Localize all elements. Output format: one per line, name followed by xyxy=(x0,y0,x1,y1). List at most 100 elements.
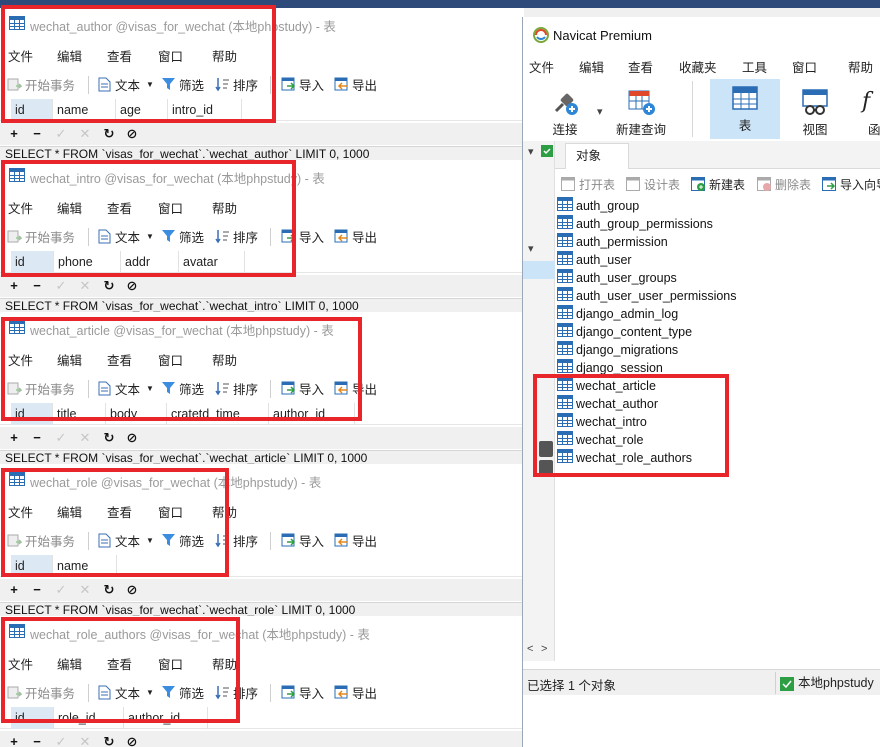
delete-record-icon[interactable]: − xyxy=(29,126,45,141)
tree-collapse-icon[interactable]: ▾ xyxy=(528,145,534,158)
window-title-bar[interactable]: wechat_role @visas_for_wechat (本地phpstud… xyxy=(0,464,524,494)
nav-menu-file[interactable]: 文件 xyxy=(529,57,554,76)
stop-icon[interactable]: ⊘ xyxy=(124,126,140,142)
column-header[interactable]: age xyxy=(116,99,168,121)
delete-table-button[interactable]: 删除表 xyxy=(757,176,811,193)
menu-file[interactable]: 文件 xyxy=(8,502,33,521)
tab-objects[interactable]: 对象 xyxy=(565,143,629,169)
object-list-item[interactable]: django_admin_log xyxy=(557,304,678,323)
window-title-bar[interactable]: wechat_author @visas_for_wechat (本地phpst… xyxy=(0,8,524,38)
sort-button[interactable]: 排序 xyxy=(215,75,258,94)
menu-edit[interactable]: 编辑 xyxy=(57,350,82,369)
object-list-item[interactable]: auth_user xyxy=(557,250,632,269)
menu-help[interactable]: 帮助 xyxy=(212,654,237,673)
window-title-bar[interactable]: wechat_intro @visas_for_wechat (本地phpstu… xyxy=(0,160,524,190)
column-header[interactable]: name xyxy=(53,99,116,121)
filter-button[interactable]: 筛选 xyxy=(161,75,204,94)
menu-window[interactable]: 窗口 xyxy=(158,654,183,673)
table-ribbon-button[interactable]: 表 xyxy=(710,79,780,139)
discard-icon[interactable]: ✕ xyxy=(77,278,93,294)
import-wizard-button[interactable]: 导入向导 xyxy=(822,176,880,193)
import-button[interactable]: 导入 xyxy=(281,531,324,550)
delete-record-icon[interactable]: − xyxy=(29,430,45,445)
filter-button[interactable]: 筛选 xyxy=(161,683,204,702)
menu-file[interactable]: 文件 xyxy=(8,46,33,65)
apply-icon[interactable]: ✓ xyxy=(53,278,69,294)
begin-transaction-button[interactable]: 开始事务 xyxy=(7,531,75,550)
menu-view[interactable]: 查看 xyxy=(107,46,132,65)
refresh-icon[interactable]: ↻ xyxy=(101,278,117,294)
text-view-button[interactable]: 文本 ▼ xyxy=(97,75,154,94)
connect-dropdown-icon[interactable]: ▾ xyxy=(597,105,603,118)
nav-menu-window[interactable]: 窗口 xyxy=(792,57,817,76)
column-header[interactable]: name xyxy=(53,555,117,577)
column-header[interactable]: id xyxy=(11,99,53,121)
function-ribbon-button[interactable]: f 函 xyxy=(850,83,880,139)
discard-icon[interactable]: ✕ xyxy=(77,582,93,598)
stop-icon[interactable]: ⊘ xyxy=(124,734,140,747)
begin-transaction-button[interactable]: 开始事务 xyxy=(7,379,75,398)
sort-button[interactable]: 排序 xyxy=(215,227,258,246)
apply-icon[interactable]: ✓ xyxy=(53,430,69,446)
text-view-button[interactable]: 文本 ▼ xyxy=(97,227,154,246)
import-button[interactable]: 导入 xyxy=(281,379,324,398)
side-tool-icon[interactable] xyxy=(539,460,553,476)
column-header[interactable]: title xyxy=(53,403,106,425)
refresh-icon[interactable]: ↻ xyxy=(101,582,117,598)
export-button[interactable]: 导出 xyxy=(334,683,377,702)
begin-transaction-button[interactable]: 开始事务 xyxy=(7,75,75,94)
filter-button[interactable]: 筛选 xyxy=(161,531,204,550)
menu-view[interactable]: 查看 xyxy=(107,654,132,673)
text-view-button[interactable]: 文本 ▼ xyxy=(97,379,154,398)
menu-file[interactable]: 文件 xyxy=(8,350,33,369)
text-view-button[interactable]: 文本 ▼ xyxy=(97,531,154,550)
object-list-item[interactable]: auth_user_groups xyxy=(557,268,677,287)
add-record-icon[interactable]: + xyxy=(6,734,22,747)
discard-icon[interactable]: ✕ xyxy=(77,430,93,446)
column-header[interactable]: phone xyxy=(54,251,121,273)
menu-window[interactable]: 窗口 xyxy=(158,350,183,369)
side-tool-icon[interactable] xyxy=(539,441,553,457)
new-table-button[interactable]: 新建表 xyxy=(691,176,745,193)
refresh-icon[interactable]: ↻ xyxy=(101,126,117,142)
column-header[interactable]: body xyxy=(106,403,167,425)
object-list-item[interactable]: wechat_role_authors xyxy=(557,448,692,467)
menu-edit[interactable]: 编辑 xyxy=(57,654,82,673)
nav-menu-tools[interactable]: 工具 xyxy=(742,57,767,76)
add-record-icon[interactable]: + xyxy=(6,278,22,293)
export-button[interactable]: 导出 xyxy=(334,531,377,550)
column-header[interactable]: addr xyxy=(121,251,179,273)
object-list-item[interactable]: auth_user_user_permissions xyxy=(557,286,737,305)
import-button[interactable]: 导入 xyxy=(281,227,324,246)
object-list-item[interactable]: wechat_intro xyxy=(557,412,647,431)
nav-menu-view[interactable]: 查看 xyxy=(628,57,653,76)
connection-icon[interactable] xyxy=(541,145,553,160)
refresh-icon[interactable]: ↻ xyxy=(101,734,117,747)
menu-window[interactable]: 窗口 xyxy=(158,46,183,65)
connect-button[interactable]: 连接 xyxy=(530,83,600,139)
navicat-title-bar[interactable]: Navicat Premium xyxy=(523,17,880,51)
export-button[interactable]: 导出 xyxy=(334,227,377,246)
export-button[interactable]: 导出 xyxy=(334,379,377,398)
column-header[interactable]: id xyxy=(11,707,54,729)
menu-view[interactable]: 查看 xyxy=(107,198,132,217)
column-header[interactable]: intro_id xyxy=(168,99,242,121)
object-list-item[interactable]: django_session xyxy=(557,358,663,377)
menu-window[interactable]: 窗口 xyxy=(158,198,183,217)
filter-button[interactable]: 筛选 xyxy=(161,379,204,398)
menu-help[interactable]: 帮助 xyxy=(212,502,237,521)
nav-menu-help[interactable]: 帮助 xyxy=(848,57,873,76)
column-header[interactable]: role_id xyxy=(54,707,124,729)
nav-menu-favorites[interactable]: 收藏夹 xyxy=(679,57,717,76)
delete-record-icon[interactable]: − xyxy=(29,582,45,597)
stop-icon[interactable]: ⊘ xyxy=(124,582,140,598)
scroll-right-icon[interactable]: > xyxy=(541,643,547,655)
import-button[interactable]: 导入 xyxy=(281,683,324,702)
column-header[interactable]: id xyxy=(11,555,53,577)
filter-button[interactable]: 筛选 xyxy=(161,227,204,246)
scroll-left-icon[interactable]: < xyxy=(527,643,533,655)
new-query-button[interactable]: 新建查询 xyxy=(606,83,676,139)
stop-icon[interactable]: ⊘ xyxy=(124,278,140,294)
open-table-button[interactable]: 打开表 xyxy=(561,176,615,193)
refresh-icon[interactable]: ↻ xyxy=(101,430,117,446)
